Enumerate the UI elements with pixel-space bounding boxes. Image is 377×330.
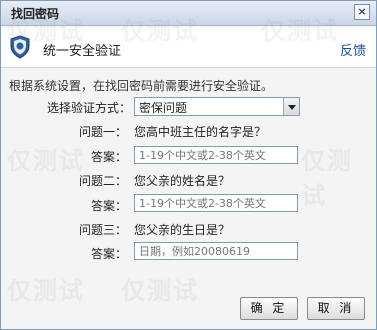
answer-1-label: 答案： [90, 150, 127, 164]
header-title: 统一安全验证 [43, 44, 122, 59]
method-select-value: 密保问题 [139, 101, 188, 115]
question-3-label: 问题三： [78, 223, 127, 237]
chevron-down-icon[interactable] [283, 98, 299, 115]
question-2-label: 问题二： [78, 174, 127, 188]
cancel-button[interactable]: 取 消 [307, 297, 365, 320]
method-select[interactable]: 密保问题 [134, 97, 300, 116]
answer-3-label: 答案： [90, 247, 127, 261]
find-password-dialog: 找回密码 × 统一安全验证 反馈 根据系统设置，在找回密码前需要进行安全验证。 … [0, 0, 377, 330]
watermark: 仅测试 [7, 277, 85, 305]
feedback-link[interactable]: 反馈 [340, 40, 366, 59]
question-1-text: 您高中班主任的名字是？ [134, 125, 267, 139]
shield-icon [10, 35, 30, 59]
answer-1-input[interactable] [134, 146, 298, 164]
close-icon[interactable]: × [354, 4, 370, 20]
header: 统一安全验证 反馈 [1, 27, 376, 68]
answer-3-input[interactable] [134, 242, 298, 260]
window-title: 找回密码 [11, 7, 60, 21]
watermark: 仅测试 [121, 277, 199, 305]
method-label: 选择验证方式： [46, 101, 131, 115]
watermark: 仅测试 [301, 147, 353, 210]
answer-2-label: 答案： [90, 199, 127, 213]
question-1-label: 问题一： [78, 125, 127, 139]
question-3-text: 您父亲的生日是？ [134, 223, 231, 237]
ok-button[interactable]: 确 定 [240, 297, 298, 320]
title-bar[interactable]: 找回密码 × [1, 1, 376, 26]
intro-text: 根据系统设置，在找回密码前需要进行安全验证。 [9, 79, 274, 93]
question-2-text: 您父亲的姓名是？ [134, 174, 231, 188]
answer-2-input[interactable] [134, 194, 298, 212]
